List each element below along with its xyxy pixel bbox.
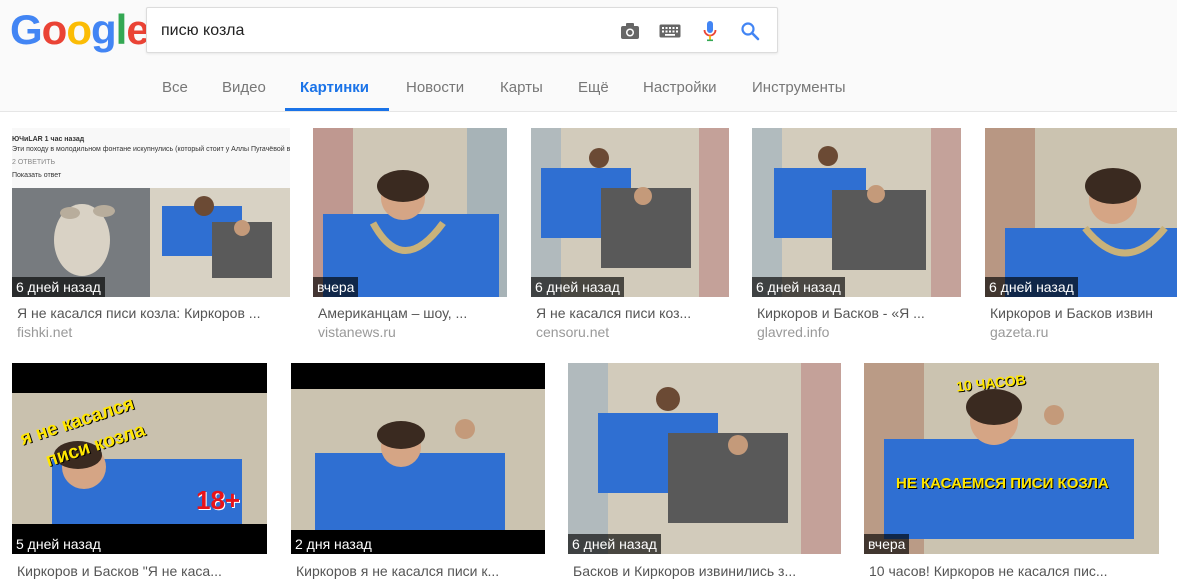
result-source[interactable]: gazeta.ru: [990, 324, 1177, 340]
logo-letter: G: [10, 6, 43, 53]
time-badge: 6 дней назад: [12, 277, 105, 297]
image-result[interactable]: 6 дней назад Басков и Киркоров извинилис…: [568, 363, 841, 582]
result-thumbnail[interactable]: 6 дней назад: [752, 128, 961, 297]
result-thumbnail[interactable]: 6 дней назад: [531, 128, 729, 297]
keyboard-icon[interactable]: [659, 20, 681, 42]
age-rating: 18+: [196, 485, 241, 515]
time-badge: 6 дней назад: [568, 534, 661, 554]
result-caption[interactable]: 10 часов! Киркоров не касался пис...: [869, 563, 1159, 579]
result-thumbnail[interactable]: ЮЧиLAR 1 час назад Эти походу в молодиль…: [12, 128, 290, 297]
image-result[interactable]: я не касался писи козла 18+ 5 дней назад…: [12, 363, 267, 582]
search-input[interactable]: [161, 18, 601, 44]
search-tabs: Все Видео Картинки Новости Карты Ещё Нас…: [0, 62, 1177, 112]
time-badge: 2 дня назад: [291, 534, 376, 554]
image-result[interactable]: вчера Американцам – шоу, ... vistanews.r…: [313, 128, 507, 343]
search-box: [146, 7, 778, 53]
result-thumbnail[interactable]: вчера: [313, 128, 507, 297]
result-caption[interactable]: Киркоров и Басков "Я не каса...: [17, 563, 267, 579]
time-badge: 5 дней назад: [12, 534, 105, 554]
logo-letter: o: [41, 6, 68, 53]
time-badge: 6 дней назад: [531, 277, 624, 297]
thumb-overlay-text: НЕ КАСАЕМСЯ ПИСИ КОЗЛА: [896, 475, 1109, 492]
logo-letter: o: [66, 6, 92, 53]
tab-all[interactable]: Все: [162, 79, 188, 96]
thumb-comment-body: Эти походу в молодильном фонтане искупну…: [12, 146, 290, 153]
logo-letter: g: [90, 6, 117, 53]
google-logo[interactable]: Google: [10, 6, 150, 54]
result-thumbnail[interactable]: 6 дней назад: [985, 128, 1177, 297]
time-badge: 6 дней назад: [985, 277, 1078, 297]
result-source[interactable]: glavred.info: [757, 324, 962, 340]
tab-maps[interactable]: Карты: [500, 79, 543, 96]
result-source[interactable]: fishki.net: [17, 324, 293, 340]
result-thumbnail[interactable]: 2 дня назад: [291, 363, 545, 554]
thumb-comment-text: ЮЧиLAR 1 час назад Эти походу в молодиль…: [12, 136, 290, 179]
result-caption[interactable]: Басков и Киркоров извинились з...: [573, 563, 841, 579]
image-result[interactable]: 6 дней назад Киркоров и Басков - «Я ... …: [752, 128, 961, 343]
tab-video[interactable]: Видео: [222, 79, 266, 96]
tab-images[interactable]: Картинки: [300, 79, 369, 96]
image-result[interactable]: 6 дней назад Я не касался писи коз... ce…: [531, 128, 729, 343]
result-caption[interactable]: Киркоров я не касался писи к...: [296, 563, 546, 579]
result-caption[interactable]: Американцам – шоу, ...: [318, 305, 508, 321]
result-source[interactable]: censoru.net: [536, 324, 730, 340]
tab-more[interactable]: Ещё: [578, 79, 609, 96]
time-badge: вчера: [864, 534, 910, 554]
time-badge: 6 дней назад: [752, 277, 845, 297]
active-tab-indicator: [285, 108, 389, 111]
image-result[interactable]: 6 дней назад Киркоров и Басков извин gaz…: [985, 128, 1177, 343]
tab-settings[interactable]: Настройки: [643, 79, 717, 96]
time-badge: вчера: [313, 277, 359, 297]
thumb-comment-author: ЮЧиLAR 1 час назад: [12, 136, 85, 143]
camera-icon[interactable]: [619, 20, 641, 42]
result-caption[interactable]: Я не касался писи козла: Киркоров ...: [17, 305, 293, 321]
logo-letter: l: [115, 6, 128, 53]
microphone-icon[interactable]: [699, 20, 721, 42]
header: Google Все Видео Картинки Новости Карты …: [0, 0, 1177, 112]
thumb-comment-show: Показать ответ: [12, 172, 62, 179]
image-result[interactable]: 10 ЧАСОВ НЕ КАСАЕМСЯ ПИСИ КОЗЛА вчера 10…: [864, 363, 1159, 582]
thumb-comment-reply: 2 ОТВЕТИТЬ: [12, 159, 56, 166]
result-thumbnail[interactable]: 10 ЧАСОВ НЕ КАСАЕМСЯ ПИСИ КОЗЛА вчера: [864, 363, 1159, 554]
tab-news[interactable]: Новости: [406, 79, 464, 96]
result-caption[interactable]: Я не касался писи коз...: [536, 305, 730, 321]
result-thumbnail[interactable]: я не касался писи козла 18+ 5 дней назад: [12, 363, 267, 554]
result-caption[interactable]: Киркоров и Басков - «Я ...: [757, 305, 962, 321]
image-result[interactable]: 2 дня назад Киркоров я не касался писи к…: [291, 363, 545, 582]
tab-tools[interactable]: Инструменты: [752, 79, 846, 96]
result-thumbnail[interactable]: 6 дней назад: [568, 363, 841, 554]
search-icon[interactable]: [739, 20, 761, 42]
image-result[interactable]: ЮЧиLAR 1 час назад Эти походу в молодиль…: [12, 128, 290, 343]
result-source[interactable]: vistanews.ru: [318, 324, 508, 340]
result-caption[interactable]: Киркоров и Басков извин: [990, 305, 1177, 321]
